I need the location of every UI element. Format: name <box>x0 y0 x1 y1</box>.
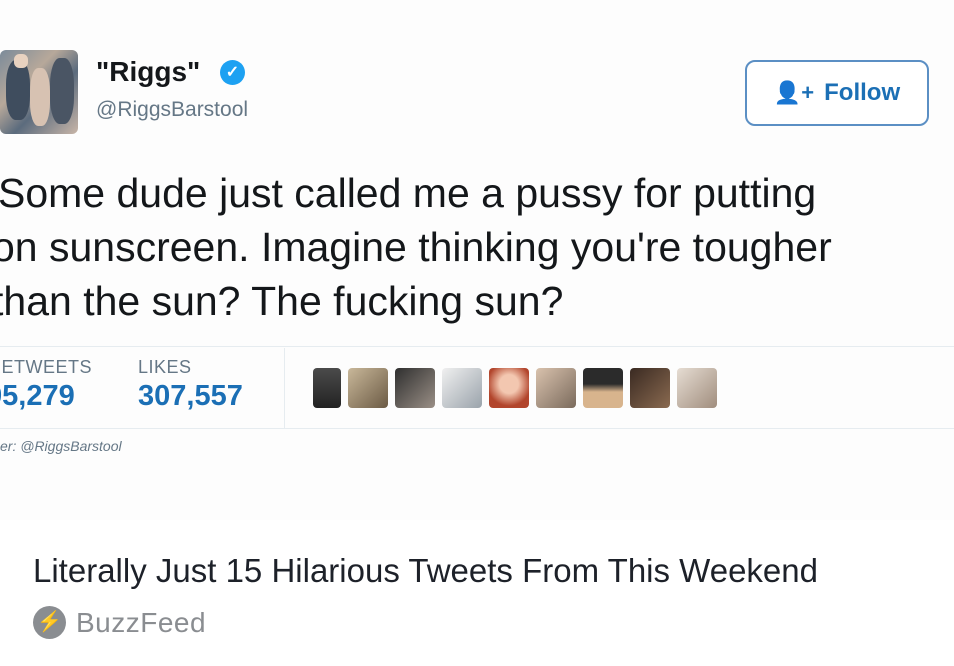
liker-avatar[interactable] <box>583 368 623 408</box>
follow-button[interactable]: 👤+ Follow <box>745 60 929 126</box>
retweets-label: RETWEETS <box>0 357 93 377</box>
liker-avatar[interactable] <box>313 368 341 408</box>
profile-avatar <box>0 50 78 134</box>
tweet-text: Some dude just called me a pussy for put… <box>0 166 954 328</box>
divider <box>0 428 954 429</box>
link-headline[interactable]: Literally Just 15 Hilarious Tweets From … <box>33 552 818 590</box>
add-user-icon: 👤+ <box>773 80 815 105</box>
retweets-count[interactable]: 95,279 <box>0 380 75 413</box>
liker-avatar[interactable] <box>536 368 576 408</box>
user-handle: @RiggsBarstool <box>96 98 249 121</box>
liker-avatar[interactable] <box>442 368 482 408</box>
lightning-bolt-icon: ⚡ <box>33 606 66 639</box>
tweet-text-line: on sunscreen. Imagine thinking you're to… <box>0 224 832 270</box>
display-name: "Riggs" <box>96 56 201 87</box>
liker-avatar[interactable] <box>395 368 435 408</box>
follow-label: Follow <box>824 79 901 106</box>
divider <box>0 346 954 347</box>
likes-label: LIKES <box>138 357 192 377</box>
link-source[interactable]: ⚡ BuzzFeed <box>33 606 206 639</box>
liker-avatar[interactable] <box>348 368 388 408</box>
liker-avatar[interactable] <box>677 368 717 408</box>
source-name: BuzzFeed <box>76 606 207 638</box>
tweet-text-line: Some dude just called me a pussy for put… <box>0 170 817 216</box>
liker-avatar[interactable] <box>489 368 529 408</box>
divider <box>284 348 285 428</box>
liker-avatar[interactable] <box>630 368 670 408</box>
image-attribution: er: @RiggsBarstool <box>0 438 122 454</box>
tweet-text-line: than the sun? The fucking sun? <box>0 278 564 324</box>
tweet-screenshot[interactable]: "Riggs" ✓ @RiggsBarstool 👤+ Follow Some … <box>0 0 954 520</box>
likers-avatars <box>313 368 717 408</box>
likes-count[interactable]: 307,557 <box>138 380 243 413</box>
verified-badge-icon: ✓ <box>220 60 245 85</box>
